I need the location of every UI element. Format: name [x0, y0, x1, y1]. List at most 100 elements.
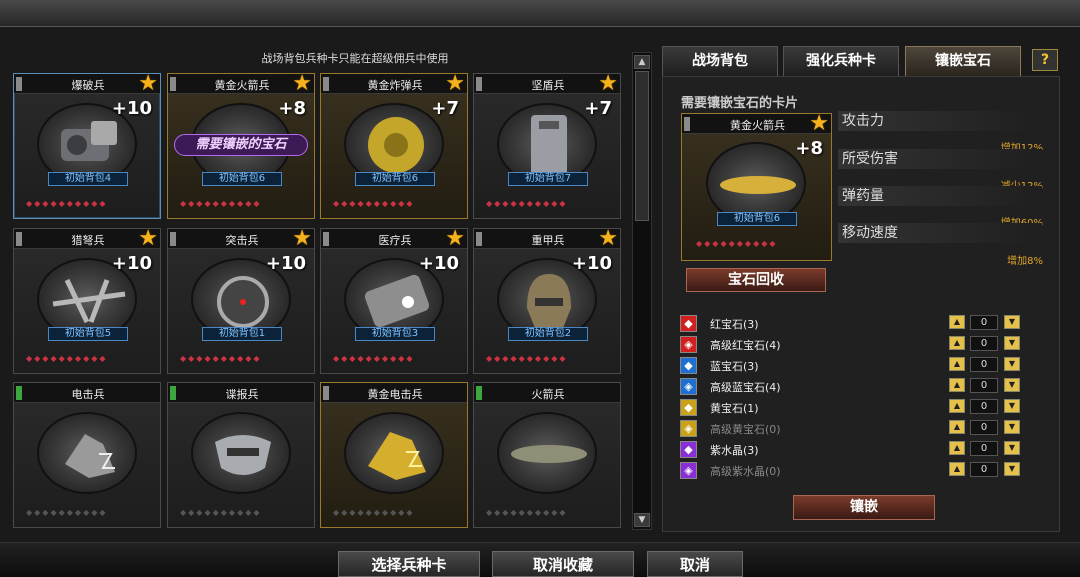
gem-slots: ◆◆◆◆◆◆◆◆◆◆ [333, 508, 415, 517]
gem-name: 紫水晶(3) [710, 444, 759, 457]
tab-enhance-card[interactable]: 强化兵种卡 [783, 46, 899, 77]
card-golden-bomb[interactable]: 黄金炸弹兵 ★ +7 初始背包6 ◆◆◆◆◆◆◆◆◆◆ [320, 73, 468, 219]
gem-slots: ◆◆◆◆◆◆◆◆◆◆ [26, 199, 108, 208]
gem-name: 高级紫水晶(0) [710, 465, 781, 478]
card-assault[interactable]: 突击兵 ★ +10 初始背包1 ◆◆◆◆◆◆◆◆◆◆ [167, 228, 315, 374]
increase-button[interactable]: ▲ [949, 420, 965, 434]
tab-battle-backpack[interactable]: 战场背包 [662, 46, 778, 77]
card-spy[interactable]: 谍报兵 ◆◆◆◆◆◆◆◆◆◆ [167, 382, 315, 528]
gem-count[interactable]: 0 [970, 441, 998, 456]
amethyst-icon: ◆ [680, 441, 697, 458]
decrease-button[interactable]: ▼ [1004, 336, 1020, 350]
star-icon: ★ [445, 71, 465, 96]
decrease-button[interactable]: ▼ [1004, 357, 1020, 371]
gem-row: ◆ 黄宝石(1) ▲ 0 ▼ [680, 398, 1030, 417]
gem-name: 高级蓝宝石(4) [710, 381, 781, 394]
card-bag-label: 初始背包6 [202, 172, 282, 186]
gem-slots: ◆◆◆◆◆◆◆◆◆◆ [180, 354, 262, 363]
increase-button[interactable]: ▲ [949, 336, 965, 350]
increase-button[interactable]: ▲ [949, 378, 965, 392]
gem-count[interactable]: 0 [970, 336, 998, 351]
gem-slots: ◆◆◆◆◆◆◆◆◆◆ [486, 354, 568, 363]
cancel-button[interactable]: 取消 [647, 551, 743, 577]
golden-gauntlet-icon [368, 432, 426, 480]
card-emblem [344, 412, 444, 494]
gem-slots: ◆◆◆◆◆◆◆◆◆◆ [180, 508, 262, 517]
scroll-down-icon[interactable]: ▼ [634, 513, 650, 527]
decrease-button[interactable]: ▼ [1004, 399, 1020, 413]
star-icon: ★ [138, 71, 158, 96]
card-bag-label: 初始背包3 [355, 327, 435, 341]
gem-count[interactable]: 0 [970, 357, 998, 372]
star-icon: ★ [445, 226, 465, 251]
advanced-blue-gem-icon: ◈ [680, 378, 697, 395]
rocket-launcher-icon [511, 445, 587, 463]
card-level: +7 [584, 98, 612, 119]
increase-button[interactable]: ▲ [949, 357, 965, 371]
decrease-button[interactable]: ▼ [1004, 462, 1020, 476]
gem-slots: ◆◆◆◆◆◆◆◆◆◆ [180, 199, 262, 208]
gem-row: ◆ 紫水晶(3) ▲ 0 ▼ [680, 440, 1030, 459]
star-icon: ★ [292, 226, 312, 251]
increase-button[interactable]: ▲ [949, 399, 965, 413]
card-list-scrollbar[interactable]: ▲ ▼ [632, 52, 652, 530]
card-bag-label: 初始背包7 [508, 172, 588, 186]
card-heavy-armor[interactable]: 重甲兵 ★ +10 初始背包2 ◆◆◆◆◆◆◆◆◆◆ [473, 228, 621, 374]
increase-button[interactable]: ▲ [949, 315, 965, 329]
stat-damage-taken: 所受伤害 [838, 149, 1042, 169]
select-card-button[interactable]: 选择兵种卡 [338, 551, 480, 577]
card-bag-label: 初始背包1 [202, 327, 282, 341]
card-electric[interactable]: 电击兵 ◆◆◆◆◆◆◆◆◆◆ [13, 382, 161, 528]
gem-row: ◈ 高级红宝石(4) ▲ 0 ▼ [680, 335, 1030, 354]
card-medic[interactable]: 医疗兵 ★ +10 初始背包3 ◆◆◆◆◆◆◆◆◆◆ [320, 228, 468, 374]
gem-row: ◆ 蓝宝石(3) ▲ 0 ▼ [680, 356, 1030, 375]
red-gem-icon: ◆ [680, 315, 697, 332]
gem-count[interactable]: 0 [970, 399, 998, 414]
card-name: 黄金电击兵 [367, 388, 423, 401]
decrease-button[interactable]: ▼ [1004, 315, 1020, 329]
gem-slots: ◆◆◆◆◆◆◆◆◆◆ [696, 239, 778, 248]
game-window: 战场背包兵种卡只能在超级佣兵中使用 爆破兵 ★ +10 初始背包4 ◆◆◆◆◆◆… [0, 0, 1080, 577]
increase-button[interactable]: ▲ [949, 441, 965, 455]
card-level: +10 [111, 253, 152, 274]
increase-button[interactable]: ▲ [949, 462, 965, 476]
helmet-icon [527, 274, 571, 328]
stat-move-speed-value: 增加8% [1007, 256, 1043, 267]
gem-name: 蓝宝石(3) [710, 360, 759, 373]
card-golden-rocket[interactable]: 黄金火箭兵 ★ +8 需要镶嵌的宝石 初始背包6 ◆◆◆◆◆◆◆◆◆◆ [167, 73, 315, 219]
card-name: 火箭兵 [531, 388, 565, 401]
decrease-button[interactable]: ▼ [1004, 441, 1020, 455]
gem-count[interactable]: 0 [970, 462, 998, 477]
scroll-up-icon[interactable]: ▲ [634, 55, 650, 69]
card-level: +8 [795, 138, 823, 159]
gem-row: ◈ 高级紫水晶(0) ▲ 0 ▼ [680, 461, 1030, 480]
selected-card: 黄金火箭兵 ★ +8 初始背包6 ◆◆◆◆◆◆◆◆◆◆ [681, 113, 832, 261]
notice-text: 战场背包兵种卡只能在超级佣兵中使用 [261, 52, 449, 65]
card-name: 电击兵 [71, 388, 105, 401]
help-button[interactable]: ? [1032, 49, 1058, 71]
gem-count[interactable]: 0 [970, 315, 998, 330]
advanced-yellow-gem-icon: ◈ [680, 420, 697, 437]
card-shield[interactable]: 坚盾兵 ★ +7 初始背包7 ◆◆◆◆◆◆◆◆◆◆ [473, 73, 621, 219]
unfavorite-button[interactable]: 取消收藏 [492, 551, 634, 577]
card-level: +10 [571, 253, 612, 274]
lightning-gauntlet-icon [65, 434, 115, 478]
gem-name: 高级红宝石(4) [710, 339, 781, 352]
card-emblem [37, 412, 137, 494]
gem-row: ◈ 高级黄宝石(0) ▲ 0 ▼ [680, 419, 1030, 438]
explosive-pack-icon [61, 121, 117, 161]
tab-embed-gem[interactable]: 镶嵌宝石 [905, 46, 1021, 77]
decrease-button[interactable]: ▼ [1004, 378, 1020, 392]
card-demolition[interactable]: 爆破兵 ★ +10 初始背包4 ◆◆◆◆◆◆◆◆◆◆ [13, 73, 161, 219]
embed-button[interactable]: 镶嵌 [793, 495, 935, 520]
gem-count[interactable]: 0 [970, 420, 998, 435]
card-rocket[interactable]: 火箭兵 ◆◆◆◆◆◆◆◆◆◆ [473, 382, 621, 528]
scroll-thumb[interactable] [635, 71, 649, 221]
scope-icon [217, 276, 269, 328]
gem-slots: ◆◆◆◆◆◆◆◆◆◆ [26, 508, 108, 517]
card-crossbow[interactable]: 猎弩兵 ★ +10 初始背包5 ◆◆◆◆◆◆◆◆◆◆ [13, 228, 161, 374]
decrease-button[interactable]: ▼ [1004, 420, 1020, 434]
gem-recycle-button[interactable]: 宝石回收 [686, 268, 826, 292]
card-golden-electric[interactable]: 黄金电击兵 ◆◆◆◆◆◆◆◆◆◆ [320, 382, 468, 528]
gem-count[interactable]: 0 [970, 378, 998, 393]
